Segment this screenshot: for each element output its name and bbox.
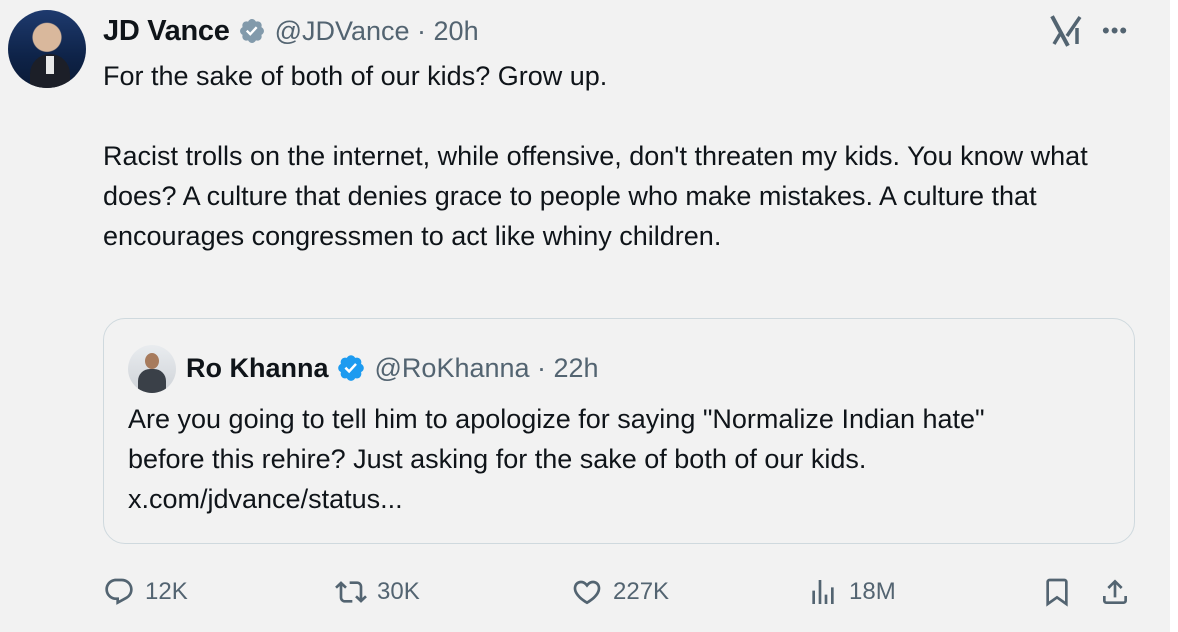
like-button[interactable]: 227K: [571, 568, 669, 616]
reply-icon: [105, 578, 133, 605]
right-edge-strip: [1170, 0, 1178, 632]
quoted-tweet-text: Are you going to tell him to apologize f…: [128, 399, 1118, 519]
views-icon: [812, 580, 834, 604]
verified-icon: [337, 355, 364, 381]
bookmark-icon: [1046, 578, 1068, 607]
share-button[interactable]: [1099, 568, 1131, 616]
share-icon: [1103, 579, 1127, 604]
quoted-author-handle-time: @RoKhanna · 22h: [374, 352, 599, 383]
author-name[interactable]: JD Vance: [103, 15, 230, 48]
repost-icon: [335, 581, 367, 603]
action-bar: 12K 30K 227K 18M: [103, 568, 1143, 616]
reply-count: 12K: [145, 578, 188, 605]
like-count: 227K: [613, 578, 670, 605]
quoted-text-line: before this rehire? Just asking for the …: [128, 444, 867, 474]
repost-button[interactable]: 30K: [335, 568, 420, 616]
verified-icon: [239, 19, 264, 43]
quoted-text-line: Are you going to tell him to apologize f…: [128, 404, 985, 434]
tweet-paragraph: Racist trolls on the internet, while off…: [103, 141, 1088, 251]
repost-count: 30K: [377, 578, 420, 605]
tweet-paragraph: For the sake of both of our kids? Grow u…: [103, 61, 608, 91]
author-handle-time[interactable]: @JDVance · 20h: [275, 16, 479, 47]
heart-icon: [573, 580, 601, 605]
quoted-tweet[interactable]: Ro Khanna @RoKhanna · 22h Are you going …: [103, 318, 1135, 544]
grok-icon[interactable]: [1050, 14, 1084, 48]
tweet-header: JD Vance @JDVance · 20h: [103, 12, 479, 50]
reply-button[interactable]: 12K: [103, 568, 188, 616]
more-icon[interactable]: •••: [1102, 20, 1128, 42]
quoted-tweet-header: Ro Khanna @RoKhanna · 22h: [186, 349, 599, 387]
tweet[interactable]: JD Vance @JDVance · 20h ••• For the sake…: [0, 0, 1170, 632]
quoted-link[interactable]: x.com/jdvance/status...: [128, 479, 1118, 519]
quoted-author-avatar[interactable]: [128, 345, 176, 393]
tweet-text: For the sake of both of our kids? Grow u…: [103, 56, 1113, 256]
views-count: 18M: [849, 578, 896, 605]
views-button[interactable]: 18M: [807, 568, 896, 616]
bookmark-button[interactable]: [1041, 568, 1073, 616]
author-avatar[interactable]: [8, 10, 86, 88]
quoted-author-name: Ro Khanna: [186, 352, 329, 383]
